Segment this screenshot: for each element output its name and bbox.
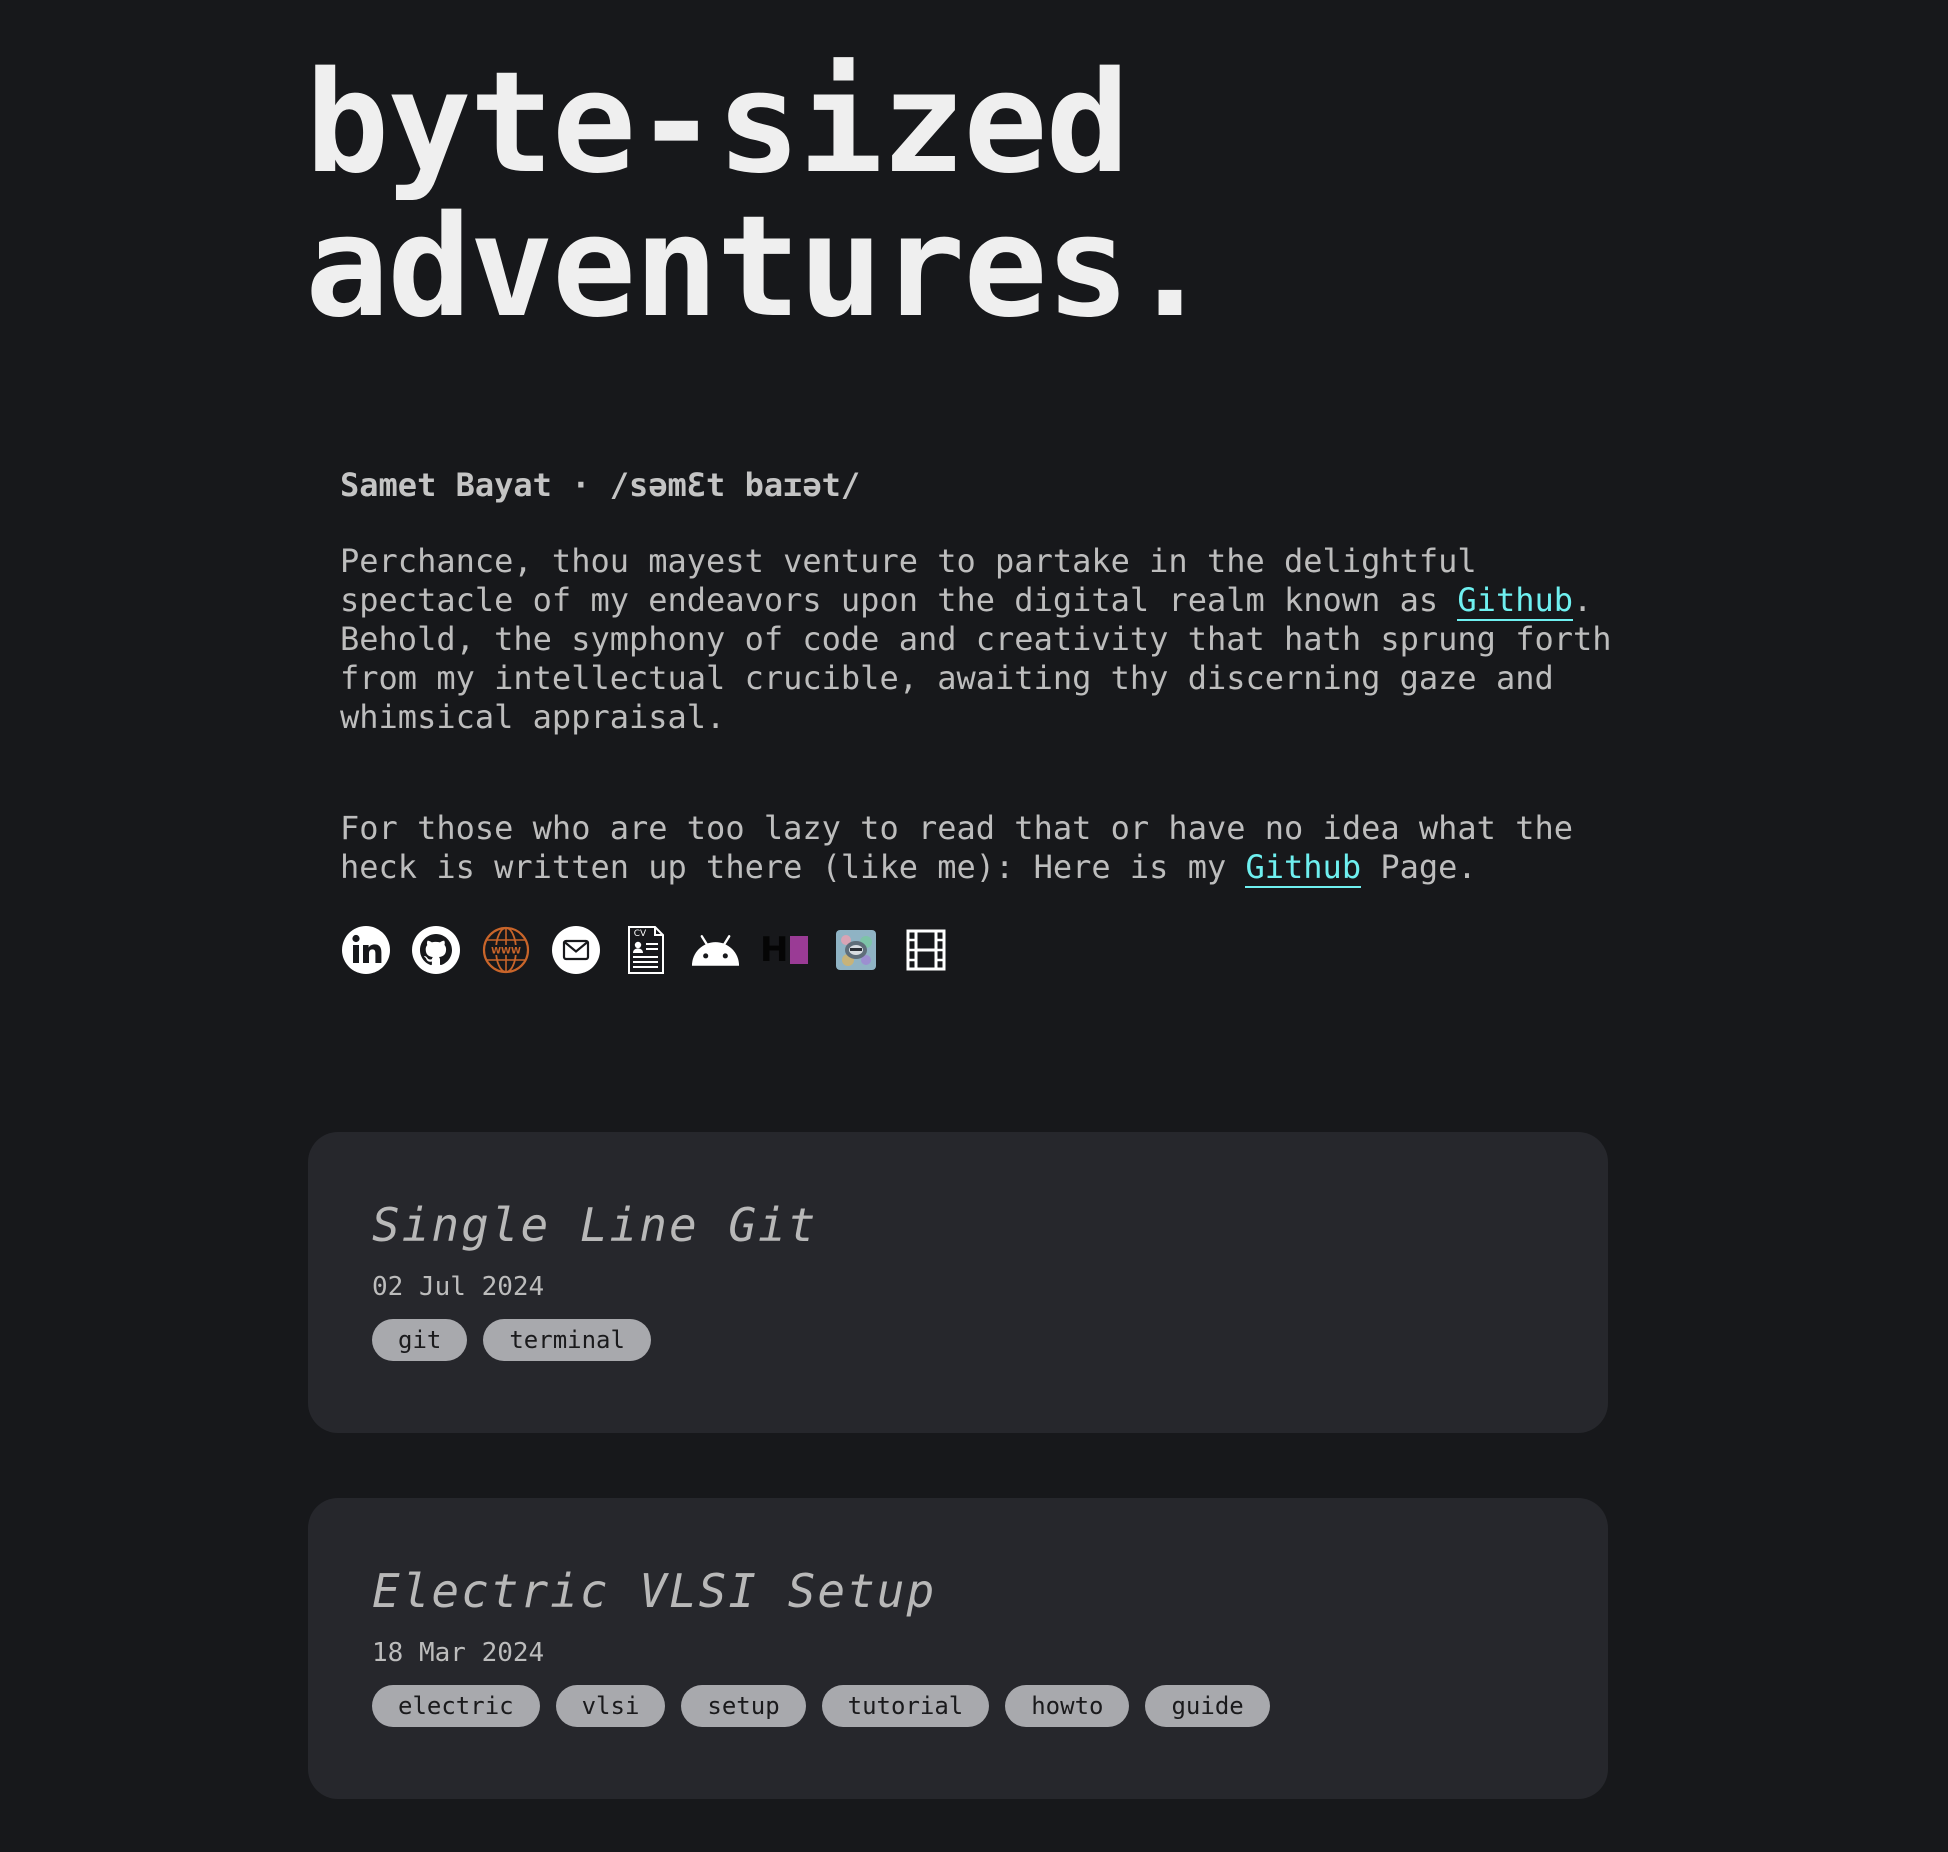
avatar-icon[interactable] <box>830 925 881 976</box>
post-title[interactable]: Single Line Git <box>372 1197 817 1253</box>
intro-section: Samet Bayat · /səmƐt baɪət/ Perchance, t… <box>340 466 1630 888</box>
post-title[interactable]: Electric VLSI Setup <box>372 1563 936 1619</box>
post-tags: git terminal <box>372 1319 651 1361</box>
tag-howto[interactable]: howto <box>1005 1685 1130 1727</box>
post-date: 02 Jul 2024 <box>372 1272 545 1302</box>
post-card[interactable]: Electric VLSI Setup 18 Mar 2024 electric… <box>308 1498 1608 1799</box>
hackmd-icon[interactable]: H <box>760 925 811 976</box>
tag-tutorial[interactable]: tutorial <box>821 1685 990 1727</box>
post-date: 18 Mar 2024 <box>372 1638 545 1668</box>
lazy-text-2: Page. <box>1361 848 1477 886</box>
github-link[interactable]: Github <box>1457 581 1573 621</box>
intro-text-1: Perchance, thou mayest venture to partak… <box>340 542 1477 619</box>
page: byte-sized adventures. Samet Bayat · /sə… <box>0 0 1948 1852</box>
tag-guide[interactable]: guide <box>1145 1685 1270 1727</box>
cv-icon[interactable]: CV <box>620 925 671 976</box>
social-links: WWW CV H <box>340 924 951 976</box>
tag-git[interactable]: git <box>372 1319 468 1361</box>
intro-paragraph: Perchance, thou mayest venture to partak… <box>340 542 1630 737</box>
site-title-line-1: byte-sized <box>305 42 1130 205</box>
site-title: byte-sized adventures. <box>305 42 1212 349</box>
svg-text:WWW: WWW <box>491 947 521 957</box>
author-name: Samet Bayat · /səmƐt baɪət/ <box>340 466 861 504</box>
android-icon[interactable] <box>690 925 741 976</box>
tag-setup[interactable]: setup <box>681 1685 806 1727</box>
website-icon[interactable]: WWW <box>480 925 531 976</box>
tag-terminal[interactable]: terminal <box>483 1319 651 1361</box>
tag-vlsi[interactable]: vlsi <box>555 1685 666 1727</box>
github-page-link[interactable]: Github <box>1245 848 1362 888</box>
tag-electric[interactable]: electric <box>372 1685 540 1727</box>
film-icon[interactable] <box>900 925 951 976</box>
site-title-line-2: adventures. <box>305 186 1212 349</box>
hackmd-bar <box>790 936 809 964</box>
cv-label: CV <box>633 929 646 939</box>
hackmd-letter: H <box>760 930 789 970</box>
lazy-paragraph: For those who are too lazy to read that … <box>340 809 1630 888</box>
github-icon[interactable] <box>410 925 461 976</box>
post-card[interactable]: Single Line Git 02 Jul 2024 git terminal <box>308 1132 1608 1433</box>
email-icon[interactable] <box>550 925 601 976</box>
hackmd-logo: H <box>760 930 811 970</box>
linkedin-icon[interactable] <box>340 925 391 976</box>
post-tags: electric vlsi setup tutorial howto guide <box>372 1685 1270 1727</box>
